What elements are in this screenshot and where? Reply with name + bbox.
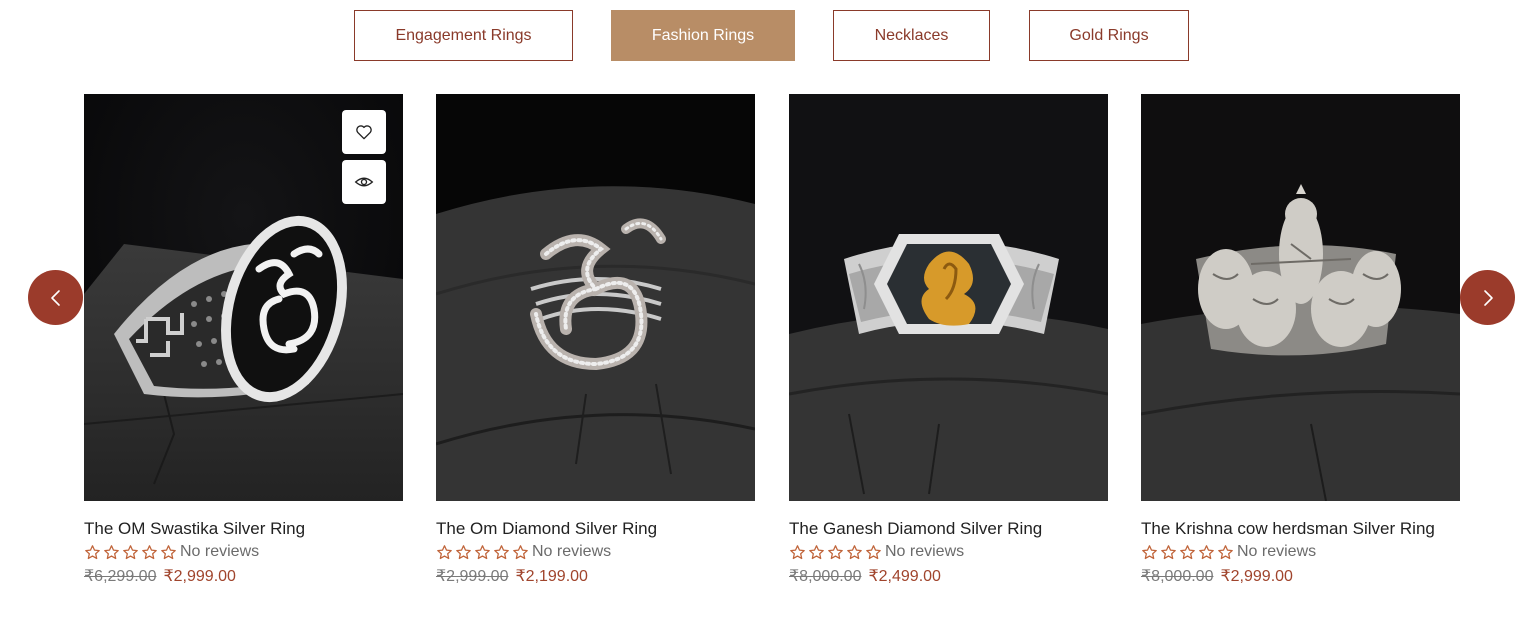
product-rating: No reviews [789,542,1108,562]
product-card[interactable]: The Krishna cow herdsman Silver Ring No … [1141,94,1460,586]
eye-icon [354,177,374,187]
sale-price: ₹2,499.00 [868,568,941,585]
star-outline-icon [1142,544,1157,559]
star-outline-icon [866,544,881,559]
product-prices: ₹8,000.00 ₹2,999.00 [1141,566,1460,586]
tab-engagement-rings[interactable]: Engagement Rings [354,10,573,61]
compare-at-price: ₹8,000.00 [1141,568,1214,585]
om-swastika-ring-photo[interactable] [84,94,403,501]
compare-at-price: ₹8,000.00 [789,568,862,585]
om-diamond-ring-photo[interactable] [436,94,755,501]
tab-fashion-rings[interactable]: Fashion Rings [611,10,795,61]
sale-price: ₹2,999.00 [1220,568,1293,585]
compare-at-price: ₹2,999.00 [436,568,509,585]
chevron-right-icon [1483,289,1493,306]
star-rating [84,544,177,561]
product-rating: No reviews [436,542,755,562]
tab-necklaces[interactable]: Necklaces [833,10,990,61]
star-rating [1141,544,1234,561]
quick-view-button[interactable] [342,160,386,204]
category-tabs: Engagement Rings Fashion Rings Necklaces… [0,10,1539,61]
product-card[interactable]: The Ganesh Diamond Silver Ring No review… [789,94,1108,586]
heart-icon [356,125,372,140]
chevron-left-icon [50,289,60,306]
star-outline-icon [809,544,824,559]
star-outline-icon [85,544,100,559]
star-outline-icon [1218,544,1233,559]
review-count: No reviews [885,543,965,560]
card-actions [342,110,386,204]
star-outline-icon [104,544,119,559]
star-outline-icon [437,544,452,559]
review-count: No reviews [1237,543,1317,560]
star-outline-icon [161,544,176,559]
product-prices: ₹2,999.00 ₹2,199.00 [436,566,755,586]
compare-at-price: ₹6,299.00 [84,568,157,585]
product-title[interactable]: The OM Swastika Silver Ring [84,519,403,539]
sale-price: ₹2,199.00 [515,568,588,585]
product-title[interactable]: The Krishna cow herdsman Silver Ring [1141,519,1460,539]
star-outline-icon [456,544,471,559]
carousel-prev-button[interactable] [28,270,83,325]
ganesh-ring-photo[interactable] [789,94,1108,501]
star-outline-icon [1199,544,1214,559]
star-rating [789,544,882,561]
product-rating: No reviews [1141,542,1460,562]
star-outline-icon [1180,544,1195,559]
product-rating: No reviews [84,542,403,562]
carousel-next-button[interactable] [1460,270,1515,325]
review-count: No reviews [532,543,612,560]
wishlist-button[interactable] [342,110,386,154]
tab-gold-rings[interactable]: Gold Rings [1029,10,1189,61]
star-outline-icon [123,544,138,559]
star-outline-icon [1161,544,1176,559]
star-outline-icon [847,544,862,559]
star-outline-icon [475,544,490,559]
product-card[interactable]: The Om Diamond Silver Ring No reviews ₹2… [436,94,755,586]
product-card[interactable]: The OM Swastika Silver Ring No reviews ₹… [84,94,403,586]
star-outline-icon [828,544,843,559]
review-count: No reviews [180,543,260,560]
product-title[interactable]: The Om Diamond Silver Ring [436,519,755,539]
product-prices: ₹8,000.00 ₹2,499.00 [789,566,1108,586]
product-title[interactable]: The Ganesh Diamond Silver Ring [789,519,1108,539]
star-outline-icon [142,544,157,559]
sale-price: ₹2,999.00 [163,568,236,585]
star-outline-icon [790,544,805,559]
star-outline-icon [494,544,509,559]
product-prices: ₹6,299.00 ₹2,999.00 [84,566,403,586]
krishna-ring-photo[interactable] [1141,94,1460,501]
star-rating [436,544,529,561]
star-outline-icon [513,544,528,559]
